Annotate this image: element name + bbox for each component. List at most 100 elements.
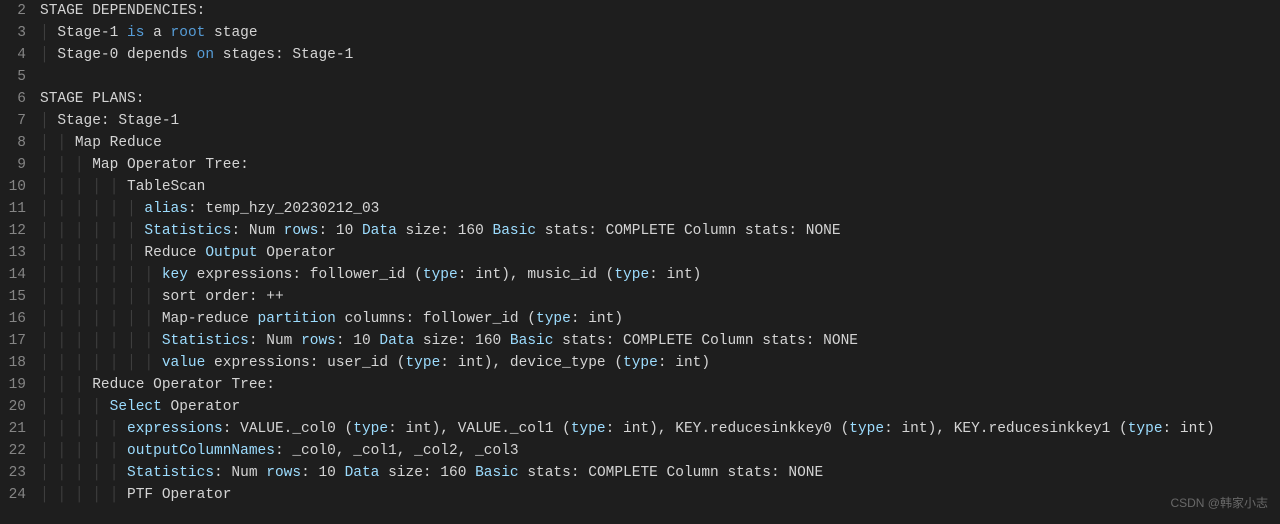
token: Operator [162,399,240,415]
token: Data [379,333,414,349]
code-line[interactable]: │ │ │ │ │ │ │ value expressions: user_id… [40,352,1280,374]
token: : Num [214,465,266,481]
token: root [171,25,206,41]
token: Stage-1 [57,25,127,41]
line-number: 17 [0,330,40,352]
code-line[interactable]: │ │ │ │ │ │ │ Statistics: Num rows: 10 D… [40,330,1280,352]
code-line[interactable]: │ │ │ │ Select Operator [40,396,1280,418]
token: : 10 [318,223,362,239]
token: : int), KEY.reducesinkkey1 ( [884,421,1128,437]
token: : int), KEY.reducesinkkey0 ( [606,421,850,437]
token: : 10 [301,465,345,481]
code-line[interactable]: │ │ │ │ │ │ alias: temp_hzy_20230212_03 [40,198,1280,220]
code-line[interactable]: │ │ │ │ │ │ │ sort order: ++ [40,286,1280,308]
line-number: 7 [0,110,40,132]
code-line[interactable]: │ │ │ │ │ │ Reduce Output Operator [40,242,1280,264]
code-area[interactable]: STAGE DEPENDENCIES: │ Stage-1 is a root s… [40,0,1280,524]
token: TableScan [127,179,205,195]
token: stats: COMPLETE Column stats: NONE [553,333,858,349]
indent-guide: │ │ │ │ │ │ │ [40,267,162,283]
code-line[interactable]: │ │ │ │ │ Statistics: Num rows: 10 Data … [40,462,1280,484]
indent-guide: │ │ │ │ │ │ │ [40,311,162,327]
indent-guide: │ [40,113,57,129]
code-line[interactable]: STAGE DEPENDENCIES: [40,0,1280,22]
code-line[interactable]: │ │ │ Reduce Operator Tree: [40,374,1280,396]
token: STAGE DEPENDENCIES: [40,3,205,19]
indent-guide: │ │ [40,135,75,151]
code-line[interactable]: STAGE PLANS: [40,88,1280,110]
token: alias [144,201,188,217]
indent-guide: │ [40,47,57,63]
line-number: 9 [0,154,40,176]
token: Stage: Stage-1 [57,113,179,129]
token: partition [258,311,336,327]
token: Stage-0 depends [57,47,196,63]
code-line[interactable]: │ │ │ │ │ │ │ Map-reduce partition colum… [40,308,1280,330]
token: : _col0, _col1, _col2, _col3 [275,443,519,459]
token: value [162,355,206,371]
indent-guide: │ │ │ │ │ │ [40,245,144,261]
indent-guide: │ │ │ │ │ │ [40,223,144,239]
token: on [197,47,214,63]
token: : int) [571,311,623,327]
token: expressions [127,421,223,437]
line-number: 19 [0,374,40,396]
token: : temp_hzy_20230212_03 [188,201,379,217]
token: stats: COMPLETE Column stats: NONE [519,465,824,481]
token: expressions: follower_id ( [188,267,423,283]
line-number: 8 [0,132,40,154]
indent-guide: │ │ │ │ [40,399,110,415]
token: Statistics [162,333,249,349]
line-number: 2 [0,0,40,22]
code-line[interactable]: │ Stage: Stage-1 [40,110,1280,132]
token: : Num [249,333,301,349]
token: : Num [231,223,283,239]
token: size: 160 [397,223,493,239]
token: Data [345,465,380,481]
token: : int) [649,267,701,283]
code-line[interactable]: │ Stage-1 is a root stage [40,22,1280,44]
token: key [162,267,188,283]
line-number: 15 [0,286,40,308]
code-editor[interactable]: 23456789101112131415161718192021222324 S… [0,0,1280,524]
token: PTF Operator [127,487,231,503]
code-line[interactable]: │ │ Map Reduce [40,132,1280,154]
token: type [536,311,571,327]
code-line[interactable]: │ │ │ Map Operator Tree: [40,154,1280,176]
token: Basic [475,465,519,481]
code-line[interactable]: │ │ │ │ │ │ Statistics: Num rows: 10 Dat… [40,220,1280,242]
indent-guide: │ │ │ │ │ [40,465,127,481]
token: columns: follower_id ( [336,311,536,327]
token: Reduce [144,245,205,261]
code-line[interactable]: │ │ │ │ │ TableScan [40,176,1280,198]
token: Map Reduce [75,135,162,151]
token: a [144,25,170,41]
line-number: 23 [0,462,40,484]
indent-guide: │ │ │ [40,157,92,173]
token: Select [110,399,162,415]
line-number: 12 [0,220,40,242]
token: stages: Stage-1 [214,47,353,63]
indent-guide: │ │ │ │ │ │ [40,201,144,217]
code-line[interactable]: │ │ │ │ │ outputColumnNames: _col0, _col… [40,440,1280,462]
code-line[interactable] [40,66,1280,88]
token: rows [301,333,336,349]
code-line[interactable]: │ │ │ │ │ expressions: VALUE._col0 (type… [40,418,1280,440]
line-number: 18 [0,352,40,374]
token: size: 160 [379,465,475,481]
code-line[interactable]: │ │ │ │ │ │ │ key expressions: follower_… [40,264,1280,286]
token: rows [284,223,319,239]
token: Operator [258,245,336,261]
indent-guide: │ │ │ [40,377,92,393]
token: type [614,267,649,283]
token: size: 160 [414,333,510,349]
token: sort order: ++ [162,289,284,305]
code-line[interactable]: │ │ │ │ │ PTF Operator [40,484,1280,506]
token: Output [205,245,257,261]
token: : int), device_type ( [440,355,623,371]
code-line[interactable]: │ Stage-0 depends on stages: Stage-1 [40,44,1280,66]
line-number: 11 [0,198,40,220]
line-number: 6 [0,88,40,110]
line-number: 22 [0,440,40,462]
token: type [571,421,606,437]
